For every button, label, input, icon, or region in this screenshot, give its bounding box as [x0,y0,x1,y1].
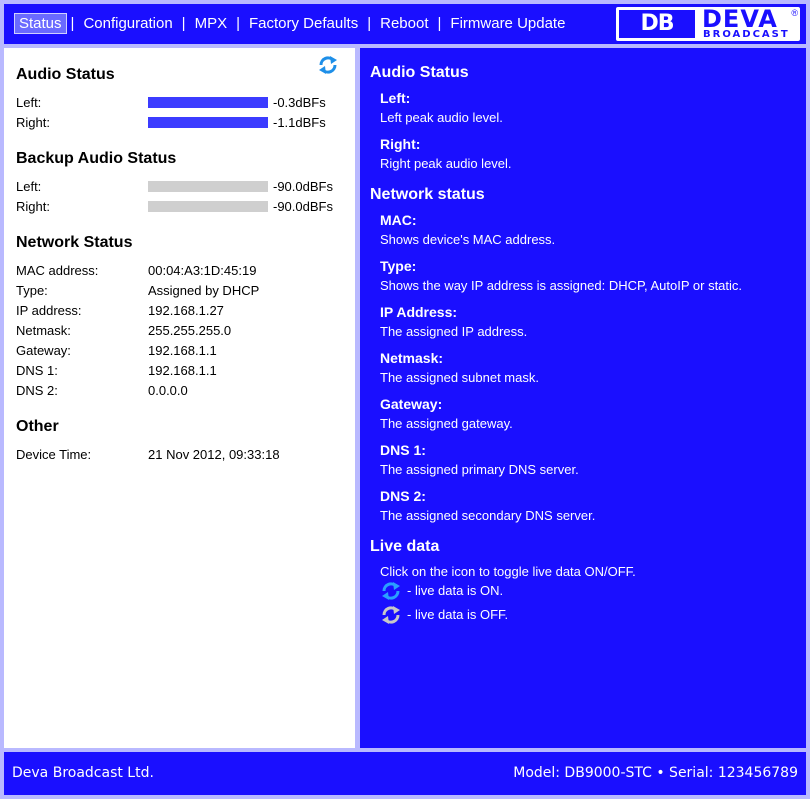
help-mac-term: MAC: [380,212,417,228]
dns1-value: 192.168.1.1 [148,363,217,378]
logo-mark: DB [619,10,695,38]
audio-left-meter [148,97,268,108]
audio-right-row: Right: -1.1dBFs [16,115,346,131]
device-time-value: 21 Nov 2012, 09:33:18 [148,447,280,462]
audio-left-label: Left: [16,95,42,110]
audio-right-value: -1.1dBFs [273,115,326,130]
help-ip-term: IP Address: [380,304,458,320]
nav-separator: | [367,15,372,32]
nav-separator: | [70,15,75,32]
footer-company: Deva Broadcast Ltd. [12,765,154,781]
gateway-value: 192.168.1.1 [148,343,217,358]
help-right-desc: Right peak audio level. [380,156,512,171]
backup-left-row: Left: -90.0dBFs [16,179,346,195]
audio-left-row: Left: -0.3dBFs [16,95,346,111]
nav-separator: | [181,15,186,32]
audio-right-meter [148,117,268,128]
help-live-off: - live data is OFF. [407,607,509,622]
dns2-label: DNS 2: [16,383,58,398]
help-left-term: Left: [380,90,411,106]
network-row-netmask: Netmask: 255.255.255.0 [16,323,346,339]
main-menu: Status | Configuration | MPX | Factory Default… [14,13,570,34]
logo-brand: DEVA [702,5,778,33]
nav-configuration[interactable]: Configuration [78,13,177,34]
help-type-term: Type: [380,258,417,274]
backup-audio-status-heading: Backup Audio Status [16,150,177,167]
nav-mpx[interactable]: MPX [190,13,233,34]
audio-status-heading: Audio Status [16,66,115,83]
backup-left-label: Left: [16,179,42,194]
top-navigation-bar: Status | Configuration | MPX | Factory Default… [4,4,806,44]
dns1-label: DNS 1: [16,363,58,378]
backup-left-value: -90.0dBFs [273,179,333,194]
help-left-desc: Left peak audio level. [380,110,503,125]
footer-bar: Deva Broadcast Ltd. Model: DB9000-STC • … [4,752,806,795]
help-live-heading: Live data [370,538,440,555]
help-live-desc: Click on the icon to toggle live data ON… [380,564,636,579]
deva-broadcast-logo: DB DEVA ® BROADCAST [616,7,800,41]
device-time-label: Device Time: [16,447,92,462]
status-panel: Audio Status Left: -0.3dBFs Right: -1.1d… [4,48,355,748]
netmask-value: 255.255.255.0 [148,323,232,338]
help-audio-heading: Audio Status [370,64,469,81]
backup-right-label: Right: [16,199,50,214]
live-on-icon [382,582,400,600]
help-netmask-desc: The assigned subnet mask. [380,370,539,385]
network-row-type: Type: Assigned by DHCP [16,283,346,299]
network-row-ip: IP address: 192.168.1.27 [16,303,346,319]
nav-status[interactable]: Status [14,13,67,34]
live-off-icon [382,606,400,624]
nav-firmware-update[interactable]: Firmware Update [445,13,570,34]
type-value: Assigned by DHCP [148,283,260,298]
device-time-row: Device Time: 21 Nov 2012, 09:33:18 [16,447,346,463]
nav-separator: | [437,15,442,32]
network-status-heading: Network Status [16,234,133,251]
backup-right-meter [148,201,268,212]
help-dns2-desc: The assigned secondary DNS server. [380,508,596,523]
help-dns1-term: DNS 1: [380,442,426,458]
audio-right-label: Right: [16,115,50,130]
mac-value: 00:04:A3:1D:45:19 [148,263,257,278]
help-gateway-desc: The assigned gateway. [380,416,513,431]
backup-left-meter [148,181,268,192]
type-label: Type: [16,283,48,298]
ip-value: 192.168.1.27 [148,303,224,318]
nav-reboot[interactable]: Reboot [375,13,433,34]
netmask-label: Netmask: [16,323,71,338]
backup-right-value: -90.0dBFs [273,199,333,214]
audio-left-value: -0.3dBFs [273,95,326,110]
help-type-desc: Shows the way IP address is assigned: DH… [380,278,743,293]
ip-label: IP address: [16,303,82,318]
help-netmask-term: Netmask: [380,350,444,366]
footer-model-serial: Model: DB9000-STC • Serial: 123456789 [513,765,798,781]
network-row-mac: MAC address: 00:04:A3:1D:45:19 [16,263,346,279]
help-dns1-desc: The assigned primary DNS server. [380,462,579,477]
help-panel: Audio Status Left: Left peak audio level… [360,48,806,748]
logo-registered: ® [791,8,798,18]
network-row-dns2: DNS 2: 0.0.0.0 [16,383,346,399]
help-network-heading: Network status [370,186,485,203]
refresh-icon[interactable] [317,54,339,76]
help-ip-desc: The assigned IP address. [380,324,528,339]
help-dns2-term: DNS 2: [380,488,426,504]
nav-factory-defaults[interactable]: Factory Defaults [244,13,363,34]
logo-sub: BROADCAST [703,29,790,40]
help-right-term: Right: [380,136,421,152]
network-row-gateway: Gateway: 192.168.1.1 [16,343,346,359]
other-heading: Other [16,418,59,435]
network-row-dns1: DNS 1: 192.168.1.1 [16,363,346,379]
help-mac-desc: Shows device's MAC address. [380,232,556,247]
help-live-on: - live data is ON. [407,583,504,598]
gateway-label: Gateway: [16,343,71,358]
help-gateway-term: Gateway: [380,396,443,412]
nav-separator: | [236,15,240,32]
mac-label: MAC address: [16,263,99,278]
dns2-value: 0.0.0.0 [148,383,188,398]
backup-right-row: Right: -90.0dBFs [16,199,346,215]
